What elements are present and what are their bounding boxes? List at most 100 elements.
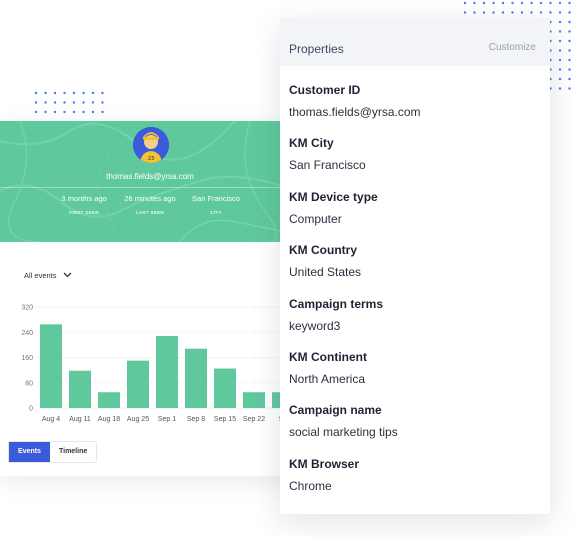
properties-header: Properties Customize (280, 18, 550, 66)
property-key: Customer ID (289, 83, 361, 97)
dot (82, 101, 85, 104)
property-key: Campaign name (289, 403, 382, 418)
dot (101, 91, 104, 95)
dot (501, 11, 505, 14)
x-tick-label: Sep 1 (158, 416, 176, 423)
tab-events[interactable]: Events (9, 442, 50, 462)
x-tick-label: Sep 22 (243, 416, 265, 423)
decorative-dot-grid (33, 90, 113, 120)
dot (473, 1, 476, 5)
dot (568, 30, 571, 33)
property-row: Customer ID thomas.fields@yrsa.com (289, 83, 539, 119)
property-key: Campaign terms (289, 296, 384, 311)
dot (511, 11, 514, 14)
bar[interactable] (127, 360, 149, 408)
dot (511, 1, 514, 5)
dot (558, 77, 562, 81)
dot (568, 58, 571, 62)
stat-value: 26 minutes ago (124, 194, 176, 203)
property-row: KM City San Francisco (289, 136, 539, 172)
y-tick-label: 0 (29, 406, 33, 413)
property-value: United States (289, 265, 362, 280)
view-tabs: Events Timeline (8, 441, 98, 463)
dot (520, 1, 524, 5)
dot (539, 11, 543, 14)
property-value: North America (289, 372, 366, 386)
dot (568, 77, 571, 81)
dot (482, 1, 486, 5)
dot (558, 20, 562, 24)
property-key: KM Continent (289, 350, 367, 364)
property-row: Campaign terms keyword3 (289, 297, 539, 333)
dot (91, 101, 95, 104)
bar[interactable] (98, 392, 120, 408)
property-row: Campaign name social marketing tips (289, 403, 539, 439)
dot (558, 1, 562, 5)
dot (482, 11, 486, 14)
dot (568, 39, 571, 43)
dot (492, 1, 495, 5)
bar[interactable] (185, 348, 207, 408)
property-row: KM Continent North America (289, 350, 539, 386)
customize-button[interactable]: Customize (489, 42, 536, 53)
events-filter-dropdown[interactable]: All events (24, 271, 72, 280)
dot (101, 110, 104, 114)
dot (91, 110, 95, 114)
bar[interactable] (156, 336, 178, 408)
dot (63, 91, 66, 95)
dot (558, 58, 562, 62)
dot (558, 87, 562, 90)
stat-value: 3 months ago (61, 194, 107, 203)
avatar: 23 (133, 127, 169, 163)
dot (501, 1, 505, 5)
x-tick-label: Aug 11 (69, 416, 91, 423)
dot (473, 11, 476, 14)
dot (558, 68, 562, 71)
dot (44, 91, 47, 95)
dot (568, 87, 571, 90)
dot (568, 49, 571, 52)
dot (530, 11, 533, 14)
dot (463, 1, 467, 5)
stat-label: LAST SEEN (136, 210, 164, 215)
person-avatar-icon: 23 (133, 127, 169, 163)
dot (539, 1, 543, 5)
dot (520, 11, 524, 14)
dot (492, 11, 495, 14)
property-key: KM Device type (289, 189, 378, 204)
dot (530, 1, 533, 5)
property-key: KM City (289, 136, 334, 151)
dot (558, 30, 562, 33)
stat-city: San Francisco CITY (184, 194, 248, 215)
bar[interactable] (69, 370, 91, 408)
svg-text:23: 23 (148, 156, 154, 162)
y-tick-label: 240 (21, 330, 33, 337)
properties-title: Properties (289, 42, 344, 56)
dot (549, 11, 552, 14)
profile-email: thomas.fields@yrsa.com (106, 172, 194, 181)
dot (568, 11, 571, 14)
tab-timeline[interactable]: Timeline (50, 442, 96, 462)
property-key: KM Country (289, 243, 357, 258)
dot (568, 68, 571, 71)
events-bar-chart: 320 240 160 80 0 Aug 4 Aug 11 Aug 18 Aug 25 Sep 1… (21, 305, 290, 423)
dot (558, 39, 562, 43)
chevron-down-icon (63, 271, 72, 280)
bar[interactable] (243, 392, 265, 408)
dot (82, 91, 85, 95)
property-row: KM Device type Computer (289, 190, 539, 226)
y-tick-label: 80 (25, 380, 33, 387)
stat-label: CITY (210, 210, 222, 215)
stat-last-seen: 26 minutes ago LAST SEEN (118, 194, 182, 215)
dot (34, 110, 38, 114)
dot (53, 91, 57, 95)
y-tick-label: 320 (21, 305, 33, 312)
property-value: San Francisco (289, 158, 366, 173)
bar[interactable] (40, 324, 62, 408)
dot (568, 20, 571, 24)
dot (53, 110, 57, 114)
dot (34, 91, 38, 95)
dot (44, 110, 47, 114)
bar[interactable] (214, 368, 236, 408)
stat-value: San Francisco (192, 194, 240, 203)
